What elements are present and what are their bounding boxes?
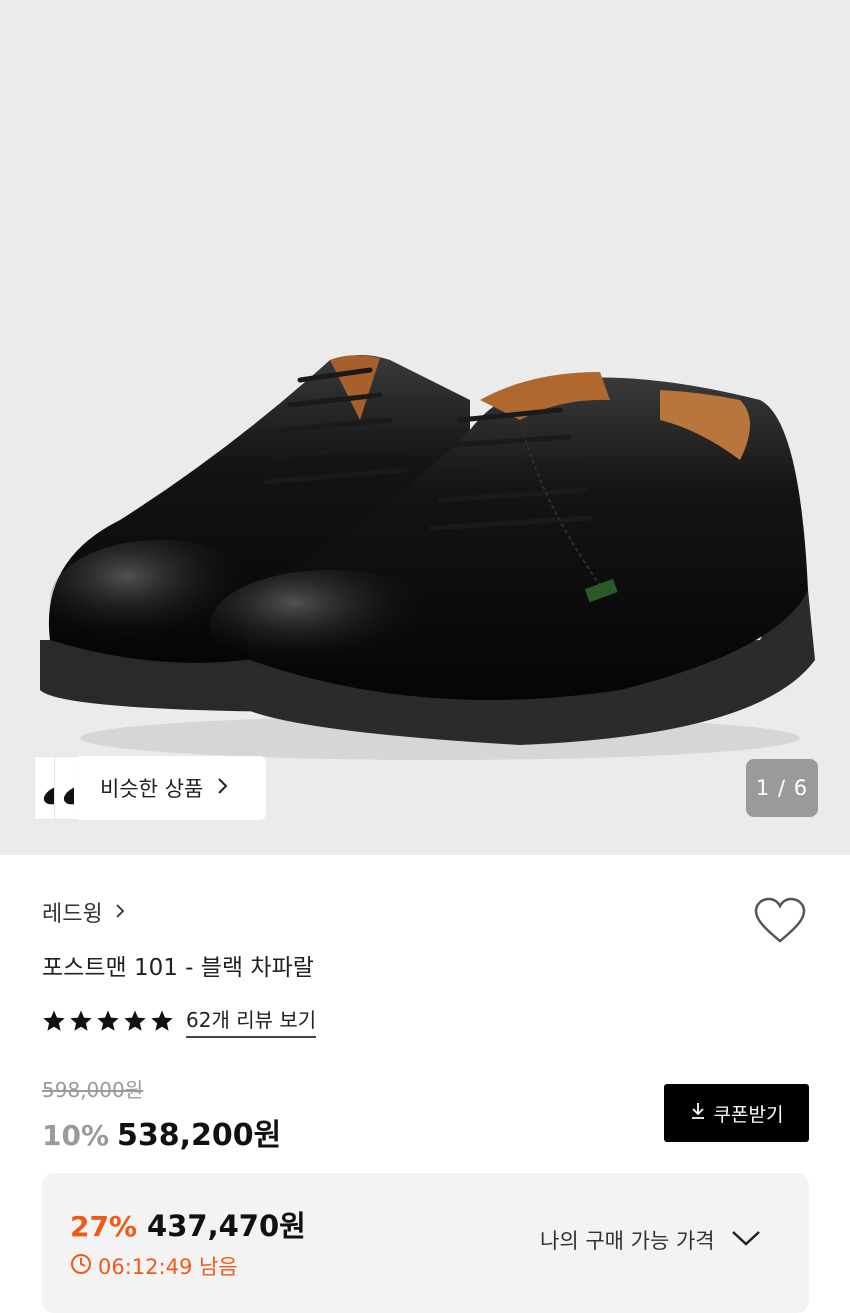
timer-text: 06:12:49 남음 (98, 1255, 238, 1279)
coupon-button[interactable]: 쿠폰받기 (664, 1084, 809, 1142)
brand-name: 레드윙 (42, 902, 103, 927)
star-icon (151, 1010, 173, 1031)
original-price: 598,000원 (42, 1078, 144, 1102)
star-icon (124, 1010, 146, 1031)
star-icon (43, 1010, 65, 1031)
coupon-label: 쿠폰받기 (713, 1103, 784, 1126)
star-icon (97, 1010, 119, 1031)
member-price-panel[interactable]: 27% 437,470원 06:12:49 남음 나의 구매 가능 가격 (42, 1173, 809, 1313)
member-discount-percent: 27% (70, 1210, 138, 1243)
chevron-down-icon (731, 1228, 761, 1252)
chevron-right-icon (115, 900, 125, 925)
wishlist-heart-icon[interactable] (753, 897, 807, 949)
product-image[interactable] (0, 0, 850, 855)
star-rating (42, 1009, 174, 1033)
similar-products-button[interactable]: 비슷한 상품 (74, 756, 266, 820)
my-price-label: 나의 구매 가능 가격 (540, 1229, 715, 1253)
discount-percent: 10% (42, 1119, 110, 1152)
clock-icon (70, 1253, 92, 1280)
image-counter: 1 / 6 (746, 759, 818, 817)
product-title: 포스트맨 101 - 블랙 차파랄 (42, 955, 314, 981)
product-image-gallery[interactable]: 비슷한 상품 1 / 6 (0, 0, 850, 855)
sale-price: 538,200원 (117, 1118, 282, 1153)
sale-price-row: 10% 538,200원 (42, 1110, 281, 1154)
reviews-link[interactable]: 62개 리뷰 보기 (186, 1004, 317, 1038)
chevron-right-icon (217, 776, 229, 800)
star-icon (70, 1010, 92, 1031)
brand-link[interactable]: 레드윙 (42, 896, 125, 928)
member-price: 437,470원 (147, 1209, 306, 1243)
my-price-toggle[interactable]: 나의 구매 가능 가격 (540, 1225, 761, 1255)
member-price-row: 27% 437,470원 (70, 1203, 306, 1245)
countdown-timer: 06:12:49 남음 (70, 1251, 238, 1281)
download-icon (690, 1102, 706, 1125)
similar-products-label: 비슷한 상품 (100, 777, 204, 801)
rating-row: 62개 리뷰 보기 (42, 1004, 317, 1038)
